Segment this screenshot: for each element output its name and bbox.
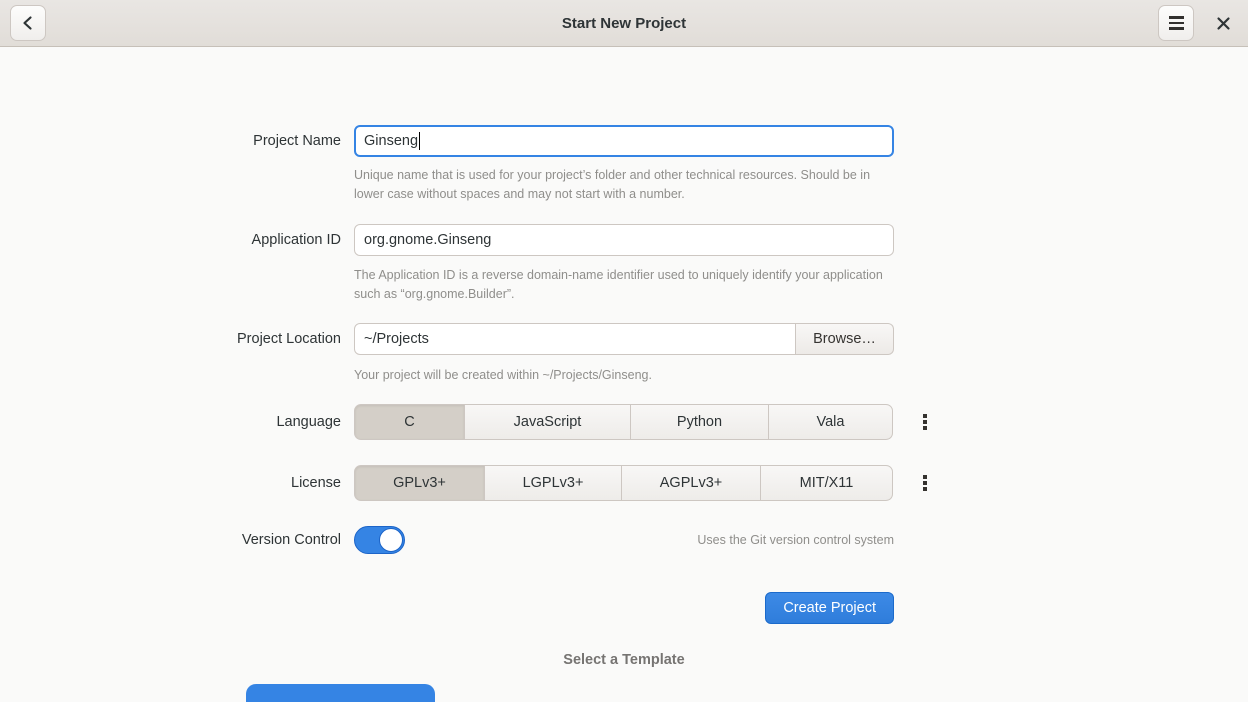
application-id-input[interactable]: org.gnome.Ginseng <box>354 224 894 256</box>
application-id-row: Application ID org.gnome.Ginseng <box>0 224 894 256</box>
hamburger-icon <box>1169 16 1184 30</box>
license-option-agplv3[interactable]: AGPLv3+ <box>621 465 761 501</box>
license-option-gplv3[interactable]: GPLv3+ <box>354 465 485 501</box>
project-name-help: Unique name that is used for your projec… <box>354 166 894 204</box>
select-template-heading: Select a Template <box>0 652 1248 668</box>
close-button[interactable] <box>1208 8 1238 38</box>
license-more-button[interactable] <box>919 471 931 495</box>
application-id-help: The Application ID is a reverse domain-n… <box>354 266 894 304</box>
language-option-python[interactable]: Python <box>630 404 769 440</box>
kebab-icon <box>923 475 927 491</box>
toggle-knob <box>379 528 403 552</box>
language-option-javascript[interactable]: JavaScript <box>464 404 631 440</box>
create-project-button[interactable]: Create Project <box>765 592 894 624</box>
chevron-left-icon <box>20 15 36 31</box>
language-row: Language C JavaScript Python Vala <box>0 404 894 440</box>
application-id-value: org.gnome.Ginseng <box>364 232 491 248</box>
project-location-input[interactable]: ~/Projects <box>354 323 796 355</box>
browse-button[interactable]: Browse… <box>796 323 894 355</box>
language-option-c[interactable]: C <box>354 404 465 440</box>
license-row: License GPLv3+ LGPLv3+ AGPLv3+ MIT/X11 <box>0 465 894 501</box>
template-card[interactable] <box>246 684 435 702</box>
project-name-value: Ginseng <box>364 133 418 149</box>
version-control-row: Version Control Uses the Git version con… <box>0 526 894 554</box>
project-name-input[interactable]: Ginseng <box>354 125 894 157</box>
kebab-icon <box>923 414 927 430</box>
titlebar: Start New Project <box>0 0 1248 47</box>
window-title: Start New Project <box>0 15 1248 32</box>
close-icon <box>1216 16 1231 31</box>
project-name-row: Project Name Ginseng <box>0 125 894 157</box>
project-name-label: Project Name <box>0 133 341 149</box>
version-control-label: Version Control <box>0 532 341 548</box>
text-caret <box>419 132 420 150</box>
license-segments: GPLv3+ LGPLv3+ AGPLv3+ MIT/X11 <box>354 465 894 501</box>
project-location-row: Project Location ~/Projects Browse… <box>0 323 894 355</box>
version-control-toggle[interactable] <box>354 526 405 554</box>
language-more-button[interactable] <box>919 410 931 434</box>
application-id-label: Application ID <box>0 232 341 248</box>
back-button[interactable] <box>10 5 46 41</box>
project-location-help: Your project will be created within ~/Pr… <box>354 366 894 385</box>
license-option-mitx11[interactable]: MIT/X11 <box>760 465 893 501</box>
language-option-vala[interactable]: Vala <box>768 404 893 440</box>
license-option-lgplv3[interactable]: LGPLv3+ <box>484 465 622 501</box>
menu-button[interactable] <box>1158 5 1194 41</box>
license-label: License <box>0 475 341 491</box>
project-location-label: Project Location <box>0 331 341 347</box>
language-segments: C JavaScript Python Vala <box>354 404 894 440</box>
language-label: Language <box>0 414 341 430</box>
new-project-form: Project Name Ginseng Unique name that is… <box>0 125 894 624</box>
version-control-description: Uses the Git version control system <box>405 533 894 547</box>
project-location-value: ~/Projects <box>364 331 429 347</box>
